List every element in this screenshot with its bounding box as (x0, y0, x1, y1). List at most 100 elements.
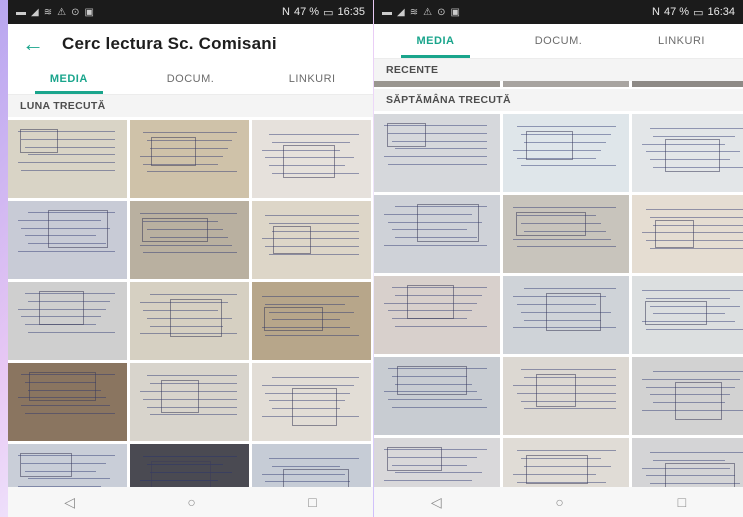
back-arrow-icon[interactable]: ← (22, 33, 62, 55)
handwriting-line (653, 459, 726, 461)
handwriting-line (150, 294, 238, 296)
handwriting-line (272, 141, 350, 143)
drawing-frame (664, 138, 720, 173)
media-thumbnail[interactable] (8, 282, 127, 360)
tab-links[interactable]: LINKURI (620, 24, 743, 58)
handwriting-line (516, 246, 617, 248)
handwriting-line (513, 238, 612, 240)
tab-links[interactable]: LINKURI (251, 64, 373, 94)
drawing-frame (416, 204, 480, 243)
handwriting-line (265, 215, 360, 217)
media-tabs: MEDIA DOCUM. LINKURI (8, 64, 373, 95)
drawing-frame (386, 447, 442, 472)
handwriting-line (150, 414, 238, 416)
handwriting-line (21, 405, 111, 407)
nav-back-icon[interactable]: ◁ (64, 494, 75, 511)
drawing-frame (545, 293, 601, 332)
handwriting-line (649, 452, 743, 454)
media-thumbnail[interactable] (374, 195, 500, 273)
handwriting-line (268, 458, 360, 460)
media-thumbnail[interactable] (252, 363, 371, 441)
right-phone-screen: ▬ ◢ ≋ ⚠ ⊙ ▣ N 47 % ▭ 16:34 MEDIA DOCUM. … (374, 0, 743, 517)
drawing-frame (292, 387, 338, 426)
media-thumbnail[interactable] (130, 363, 249, 441)
media-thumbnail[interactable] (632, 81, 743, 87)
tab-media[interactable]: MEDIA (8, 64, 130, 94)
nav-home-icon[interactable]: ○ (187, 494, 195, 510)
handwriting-line (21, 169, 116, 171)
handwriting-line (520, 165, 617, 167)
warning-icon: ⚠ (423, 6, 433, 18)
media-thumbnail[interactable] (374, 357, 500, 435)
clock: 16:34 (707, 6, 735, 18)
media-thumbnail[interactable] (252, 201, 371, 279)
media-thumbnail[interactable] (130, 201, 249, 279)
handwriting-line (268, 222, 360, 224)
media-thumbnail[interactable] (632, 195, 743, 273)
media-thumbnail[interactable] (8, 120, 127, 198)
handwriting-line (653, 371, 743, 373)
media-thumbnail[interactable] (374, 114, 500, 192)
nav-back-icon[interactable]: ◁ (431, 494, 442, 511)
drawing-frame (282, 144, 335, 179)
handwriting-line (524, 288, 617, 290)
drawing-frame (386, 123, 427, 148)
location-icon: ⊙ (437, 6, 446, 18)
handwriting-line (516, 126, 617, 128)
handwriting-line (143, 252, 238, 254)
handwriting-line (265, 335, 360, 337)
message-icon: ▬ (382, 6, 392, 18)
left-phone-screen: ▬ ◢ ≋ ⚠ ⊙ ▣ N 47 % ▭ 16:35 ← Cerc lectur… (8, 0, 373, 517)
tab-docs[interactable]: DOCUM. (130, 64, 252, 94)
media-thumbnail[interactable] (632, 114, 743, 192)
drawing-frame (406, 285, 455, 319)
media-thumbnail[interactable] (130, 120, 249, 198)
handwriting-line (17, 162, 116, 164)
section-recent: RECENTE (374, 59, 743, 81)
media-thumbnail[interactable] (374, 276, 500, 354)
tab-media[interactable]: MEDIA (374, 24, 497, 58)
handwriting-line (143, 132, 238, 134)
media-thumbnail[interactable] (503, 195, 629, 273)
media-tabs: MEDIA DOCUM. LINKURI (374, 24, 743, 59)
handwriting-line (645, 209, 743, 211)
handwriting-line (24, 412, 116, 414)
location-icon: ⊙ (71, 6, 80, 18)
drawing-frame (38, 291, 84, 325)
clock: 16:35 (337, 6, 365, 18)
media-thumbnail[interactable] (503, 114, 629, 192)
drawing-frame (151, 461, 211, 490)
drawing-frame (525, 131, 574, 160)
handwriting-line (649, 128, 743, 130)
nfc-icon: N (652, 6, 660, 18)
handwriting-line (387, 163, 488, 165)
media-thumbnail[interactable] (632, 276, 743, 354)
system-icons: N 47 % ▭ 16:34 (652, 6, 735, 19)
handwriting-line (391, 406, 488, 408)
battery-percent: 47 % (663, 6, 690, 18)
tab-docs[interactable]: DOCUM. (497, 24, 620, 58)
media-thumbnail[interactable] (374, 81, 500, 87)
android-nav-bar: ◁ ○ □ (8, 487, 373, 517)
media-thumbnail[interactable] (8, 363, 127, 441)
handwriting-line (645, 297, 731, 299)
drawing-frame (525, 455, 589, 484)
media-thumbnail[interactable] (632, 357, 743, 435)
media-thumbnail[interactable] (130, 282, 249, 360)
media-thumbnail[interactable] (252, 120, 371, 198)
nav-home-icon[interactable]: ○ (555, 494, 563, 510)
media-thumbnail[interactable] (252, 282, 371, 360)
handwriting-line (649, 216, 743, 218)
nav-recents-icon[interactable]: □ (308, 494, 316, 510)
media-thumbnail[interactable] (8, 201, 127, 279)
drawing-frame (644, 300, 708, 325)
media-thumbnail[interactable] (503, 81, 629, 87)
signal-icon: ◢ (397, 6, 405, 18)
media-thumbnail[interactable] (503, 276, 629, 354)
media-grid (374, 111, 743, 516)
media-thumbnail[interactable] (503, 357, 629, 435)
nav-recents-icon[interactable]: □ (678, 494, 686, 510)
drawing-frame (160, 380, 199, 414)
notification-icons: ▬ ◢ ≋ ⚠ ⊙ ▣ (16, 7, 94, 18)
message-icon: ▬ (16, 6, 26, 18)
